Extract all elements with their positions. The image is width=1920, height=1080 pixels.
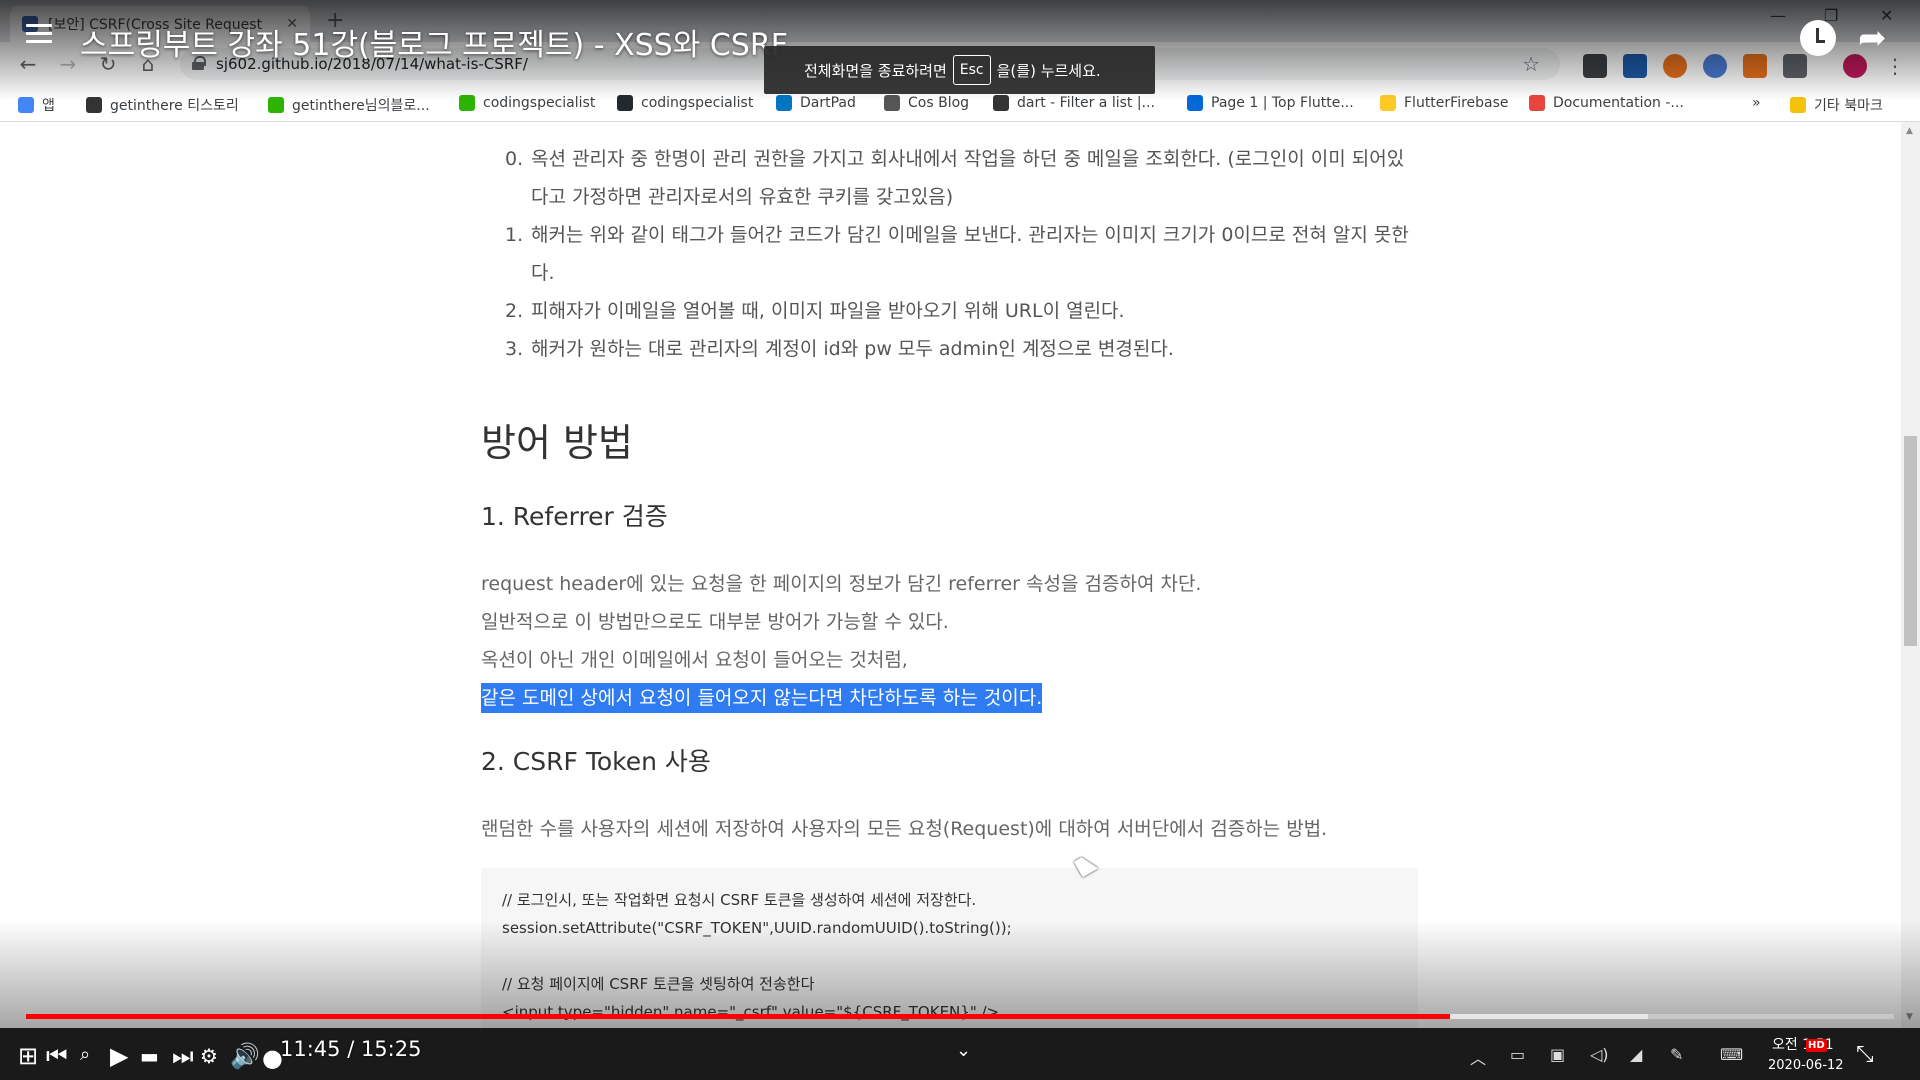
network-icon: ▣ <box>1550 1045 1566 1064</box>
subheading-csrf-token: 2. CSRF Token 사용 <box>481 747 711 776</box>
speaker-icon[interactable]: ◁) <box>1590 1045 1609 1064</box>
bookmark-favicon-icon <box>268 97 284 113</box>
play-icon[interactable]: ▶ <box>110 1042 128 1070</box>
bookmark-favicon-icon <box>617 95 633 111</box>
bookmark-favicon-icon <box>993 95 1009 111</box>
other-bookmarks-folder[interactable]: 기타 북마크 <box>1790 95 1883 115</box>
back-arrow-icon[interactable]: ← <box>14 50 42 78</box>
fullscreen-exit-banner: 전체화면을 종료하려면 Esc 을(를) 누르세요. <box>764 46 1155 94</box>
bookmark-favicon-icon <box>776 95 792 111</box>
list-item: 0. 옥션 관리자 중 한명이 관리 권한을 가지고 회사내에서 작업을 하던 중… <box>505 148 1405 208</box>
list-item: 1. 해커는 위와 같이 태그가 들어간 코드가 담긴 이메일을 보낸다. 관리자… <box>505 224 1409 284</box>
bookmark-label: codingspecialist <box>641 95 754 111</box>
bookmark-item[interactable]: getinthere 티스토리 <box>86 95 239 115</box>
windows-start-icon[interactable]: ⊞ <box>18 1042 38 1070</box>
bookmark-label: DartPad <box>800 95 856 111</box>
bookmarks-more-button[interactable]: » <box>1752 95 1761 111</box>
video-time: 11:45 / 15:25 <box>280 1037 422 1061</box>
bookmark-label: getinthere님의블로... <box>292 98 430 114</box>
played-bar <box>26 1014 1450 1019</box>
bookmark-label: 앱 <box>42 98 55 114</box>
bookmark-item[interactable]: codingspecialist <box>617 95 753 111</box>
list-item: 2. 피해자가 이메일을 열어볼 때, 이미지 파일을 받아오기 위해 URL이 … <box>505 300 1125 322</box>
bookmark-favicon-icon <box>18 97 34 113</box>
esc-key: Esc <box>952 55 991 85</box>
bookmark-favicon-icon <box>884 95 900 111</box>
bookmark-favicon-icon <box>1380 95 1396 111</box>
video-title[interactable]: 스프링부트 강좌 51강(블로그 프로젝트) - XSS와 CSRF <box>80 20 788 64</box>
extension-icon-3[interactable] <box>1663 54 1687 78</box>
bookmark-label: Page 1 | Top Flutte... <box>1211 95 1354 111</box>
bookmark-item[interactable]: dart - Filter a list |... <box>993 95 1155 111</box>
esc-prefix: 전체화면을 종료하려면 <box>804 61 947 80</box>
code-block: // 로그인시, 또는 작업화면 요청시 CSRF 토큰을 생성하여 세션에 저… <box>481 868 1418 1028</box>
bookmark-favicon-icon <box>86 97 102 113</box>
video-progress-bar[interactable] <box>26 1014 1894 1019</box>
folder-icon[interactable]: ▬ <box>140 1044 159 1068</box>
settings-gear-icon[interactable]: ⚙ <box>200 1044 218 1068</box>
forward-arrow-icon[interactable]: → <box>54 50 82 78</box>
bookmark-item[interactable]: DartPad <box>776 95 856 111</box>
wifi-icon: ◢ <box>1630 1045 1643 1064</box>
scroll-down-icon[interactable]: ▼ <box>1906 1012 1913 1022</box>
paragraph-line: 일반적으로 이 방법만으로도 대부분 방어가 가능할 수 있다. <box>481 611 949 633</box>
watch-later-icon[interactable] <box>1800 20 1836 56</box>
attack-steps-list: 0. 옥션 관리자 중 한명이 관리 권한을 가지고 회사내에서 작업을 하던 중… <box>505 140 1415 368</box>
bookmark-item[interactable]: Page 1 | Top Flutte... <box>1187 95 1354 111</box>
folder-icon <box>1790 97 1806 113</box>
bookmark-favicon-icon <box>1187 95 1203 111</box>
paragraph-line: 옥션이 아닌 개인 이메일에서 요청이 들어오는 것처럼, <box>481 649 908 671</box>
bookmark-favicon-icon <box>1529 95 1545 111</box>
bookmark-item[interactable]: Documentation -... <box>1529 95 1684 111</box>
chevron-down-icon[interactable]: ⌄ <box>956 1040 971 1061</box>
minimize-icon[interactable]: — <box>1770 6 1786 25</box>
page-scrollbar[interactable]: ▲ ▼ <box>1901 122 1920 1028</box>
bookmark-item[interactable]: 앱 <box>18 95 55 115</box>
bookmark-item[interactable]: FlutterFirebase <box>1380 95 1509 111</box>
page-content: 0. 옥션 관리자 중 한명이 관리 권한을 가지고 회사내에서 작업을 하던 중… <box>0 122 1920 1028</box>
bookmark-item[interactable]: Cos Blog <box>884 95 969 111</box>
bookmark-favicon-icon <box>459 95 475 111</box>
bookmark-item[interactable]: getinthere님의블로... <box>268 95 430 115</box>
subheading-referrer: 1. Referrer 검증 <box>481 502 668 531</box>
search-icon[interactable]: ⌕ <box>80 1044 90 1065</box>
paragraph-line: 랜덤한 수를 사용자의 세션에 저장하여 사용자의 모든 요청(Request)… <box>481 818 1328 840</box>
battery-icon: ▭ <box>1510 1045 1526 1064</box>
keyboard-icon[interactable]: ⌨ <box>1720 1045 1743 1064</box>
bookmark-label: FlutterFirebase <box>1404 95 1509 111</box>
bookmark-star-icon[interactable]: ☆ <box>1522 52 1540 76</box>
extension-icon-2[interactable] <box>1623 54 1647 78</box>
bookmark-label: getinthere 티스토리 <box>110 98 239 114</box>
tray-chevron-icon[interactable]: ︿ <box>1470 1045 1486 1069</box>
bookmark-label: codingspecialist <box>483 95 596 111</box>
menu-icon[interactable] <box>26 24 52 44</box>
section-heading: 방어 방법 <box>481 421 633 465</box>
hd-badge: HD <box>1806 1039 1827 1052</box>
bookmark-label: dart - Filter a list |... <box>1017 95 1155 111</box>
exit-fullscreen-icon[interactable]: ⤡ <box>1856 1042 1874 1067</box>
paragraph-line: request header에 있는 요청을 한 페이지의 정보가 담긴 ref… <box>481 573 1202 595</box>
scroll-up-icon[interactable]: ▲ <box>1906 126 1913 136</box>
extension-icon-5[interactable] <box>1743 54 1767 78</box>
pen-icon: ✎ <box>1670 1045 1684 1064</box>
extension-icon-1[interactable] <box>1583 54 1607 78</box>
other-bookmarks-label: 기타 북마크 <box>1814 98 1883 114</box>
share-icon[interactable]: ➦ <box>1858 18 1887 58</box>
screen: [보안] CSRF(Cross Site Request ✕ + — ❐ ✕ ←… <box>0 0 1920 1080</box>
menu-dots-icon[interactable]: ⋮ <box>1883 54 1907 78</box>
next-icon[interactable]: ⏭ <box>172 1042 194 1070</box>
esc-suffix: 을(를) 누르세요. <box>996 61 1101 80</box>
bookmark-label: Cos Blog <box>908 95 970 111</box>
volume-icon[interactable]: 🔊 <box>230 1042 260 1070</box>
previous-icon[interactable]: ⏮ <box>46 1042 68 1070</box>
clock-date[interactable]: 2020-06-12 <box>1768 1058 1844 1073</box>
extension-icon-6[interactable] <box>1783 54 1807 78</box>
bookmark-label: Documentation -... <box>1553 95 1684 111</box>
scrollbar-thumb[interactable] <box>1904 436 1917 646</box>
list-item: 3. 해커가 원하는 대로 관리자의 계정이 id와 pw 모두 admin인 계… <box>505 338 1174 360</box>
bookmark-item[interactable]: codingspecialist <box>459 95 595 111</box>
extension-icon-4[interactable] <box>1703 54 1727 78</box>
highlighted-text[interactable]: 같은 도메인 상에서 요청이 들어오지 않는다면 차단하도록 하는 것이다. <box>481 679 1043 717</box>
